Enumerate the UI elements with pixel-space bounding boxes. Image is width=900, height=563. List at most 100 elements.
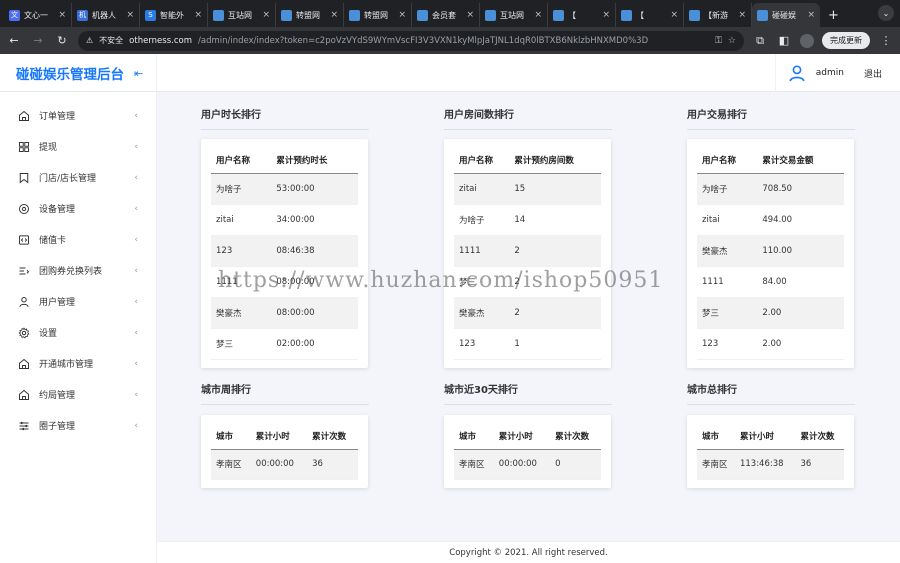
- user-area: admin 退出: [774, 54, 900, 92]
- user-name[interactable]: admin: [816, 68, 844, 78]
- table-row: 樊豪杰 08:00:00: [211, 297, 358, 329]
- browser-tab[interactable]: 【新游 ×: [684, 3, 752, 27]
- insecure-warning-icon[interactable]: ⚠: [86, 36, 93, 45]
- table-header-row: 城市 累计小时 累计次数: [454, 423, 601, 450]
- tab-close-icon[interactable]: ×: [670, 10, 678, 20]
- forward-icon[interactable]: →: [30, 34, 46, 47]
- tab-close-icon[interactable]: ×: [602, 10, 610, 20]
- table-row: 樊豪杰 2: [454, 297, 601, 329]
- browser-tab[interactable]: 互站网 ×: [208, 3, 276, 27]
- tab-close-icon[interactable]: ×: [807, 10, 815, 20]
- column-header: 累计次数: [795, 423, 844, 450]
- sidebar-item-label: 约局管理: [39, 391, 76, 401]
- star-icon[interactable]: ☆: [728, 36, 736, 46]
- target-icon: [19, 203, 29, 214]
- tab-favicon-icon: [485, 9, 496, 21]
- update-button[interactable]: 完成更新: [822, 32, 870, 49]
- chevron-left-icon: ‹: [134, 234, 138, 245]
- tab-close-icon[interactable]: ×: [534, 10, 542, 20]
- table-row: 123 2.00: [697, 328, 844, 360]
- address-bar[interactable]: ⚠ 不安全 otherness.com /admin/index/index?t…: [78, 30, 744, 51]
- tab-close-icon[interactable]: ×: [330, 10, 338, 20]
- sidebar-item[interactable]: 门店/店长管理 ‹: [0, 162, 156, 193]
- sidebar-item[interactable]: 储值卡 ‹: [0, 224, 156, 255]
- browser-tab[interactable]: 机机器人 ×: [72, 3, 140, 27]
- tab-label: 【新游: [704, 10, 728, 20]
- sidebar-item[interactable]: 用户管理 ‹: [0, 286, 156, 317]
- sidebar-item[interactable]: 设备管理 ‹: [0, 193, 156, 224]
- home-icon: [19, 389, 29, 400]
- sidebar-item[interactable]: 提现 ‹: [0, 131, 156, 162]
- table-row: 梦三 2.00: [697, 297, 844, 329]
- browser-tab[interactable]: 转盟网 ×: [344, 3, 412, 27]
- browser-tab[interactable]: 会员套 ×: [412, 3, 480, 27]
- tab-close-icon[interactable]: ×: [738, 10, 746, 20]
- tab-close-icon[interactable]: ×: [58, 10, 66, 20]
- browser-tab[interactable]: 转盟网 ×: [276, 3, 344, 27]
- column-header: 城市: [211, 423, 251, 450]
- extensions-icon[interactable]: ⧉: [752, 34, 768, 48]
- profile-avatar[interactable]: [800, 33, 814, 48]
- table-cell: 樊豪杰: [697, 235, 758, 267]
- table-cell: 708.50: [757, 173, 844, 205]
- table-row: zitai 34:00:00: [211, 204, 358, 236]
- key-icon[interactable]: ⚿: [715, 36, 722, 46]
- column-header: 用户名称: [211, 147, 272, 174]
- sidebar-item[interactable]: 团购券兑换列表 ‹: [0, 255, 156, 286]
- reload-icon[interactable]: ↻: [54, 34, 70, 47]
- logout-button[interactable]: 退出: [864, 67, 882, 80]
- tab-label: 碰碰娱: [772, 10, 796, 20]
- tab-label: 【: [568, 10, 576, 20]
- browser-tab[interactable]: 【×: [548, 3, 616, 27]
- table-cell: 2: [509, 235, 601, 267]
- sidebar-item[interactable]: 开通城市管理 ‹: [0, 348, 156, 379]
- brand: 碰碰娱乐管理后台 ⇤: [0, 54, 157, 92]
- table-cell: 36: [795, 449, 844, 480]
- sidebar-item-label: 提现: [39, 143, 58, 153]
- table-cell: 123: [697, 328, 758, 360]
- browser-toolbar: ← → ↻ ⚠ 不安全 otherness.com /admin/index/i…: [0, 27, 900, 54]
- user-icon: [19, 296, 29, 307]
- sidepanel-icon[interactable]: ◧: [776, 34, 792, 47]
- user-hours-table: 用户名称 累计预约时长 为啥子 53:00:00 zitai 34:00:00 123 08:…: [211, 147, 358, 360]
- sidebar-item[interactable]: 设置 ‹: [0, 317, 156, 348]
- table-cell: 为啥子: [211, 173, 272, 205]
- table-header-row: 用户名称 累计交易金额: [697, 147, 844, 174]
- user-avatar-icon[interactable]: [788, 64, 806, 82]
- browser-tab[interactable]: S 智能外 ×: [140, 3, 208, 27]
- new-tab-button[interactable]: +: [820, 3, 847, 27]
- back-icon[interactable]: ←: [6, 34, 22, 47]
- tab-favicon-icon: [281, 9, 292, 21]
- chevron-left-icon: ‹: [134, 141, 138, 152]
- table-row: 孝南区 00:00:00 0: [454, 449, 601, 480]
- browser-tab[interactable]: 互站网 ×: [480, 3, 548, 27]
- tab-close-icon[interactable]: ×: [262, 10, 270, 20]
- tab-close-icon[interactable]: ×: [194, 10, 202, 20]
- browser-tab[interactable]: 【×: [616, 3, 684, 27]
- column-header: 累计小时: [493, 423, 551, 450]
- sidebar-item-label: 门店/店长管理: [39, 174, 97, 184]
- tab-close-icon[interactable]: ×: [126, 10, 134, 20]
- table-cell: 樊豪杰: [211, 297, 272, 329]
- divider: [444, 129, 612, 130]
- sidebar-item[interactable]: 圈子管理 ‹: [0, 410, 156, 441]
- chevron-left-icon: ‹: [134, 358, 138, 369]
- browser-tab[interactable]: 文文心一 ×: [4, 3, 72, 27]
- section-title-user-trades: 用户交易排行: [687, 110, 747, 121]
- footer: Copyright © 2021. All right reserved.: [157, 541, 900, 563]
- sidebar-item[interactable]: 订单管理 ‹: [0, 100, 156, 131]
- table-row: zitai 15: [454, 173, 601, 205]
- tab-label: 会员套: [432, 10, 456, 20]
- tab-label: 转盟网: [364, 10, 388, 20]
- more-menu-icon[interactable]: ⋮: [878, 34, 894, 47]
- user-trades-table: 用户名称 累计交易金额 为啥子 708.50 zitai 494.00 樊豪杰 110.00 1…: [697, 147, 844, 360]
- browser-tab[interactable]: 碰碰娱 ×: [752, 3, 820, 27]
- sidebar-item-label: 用户管理: [39, 298, 76, 308]
- tab-close-icon[interactable]: ×: [398, 10, 406, 20]
- tab-search-button[interactable]: ⌄: [878, 5, 894, 21]
- tab-close-icon[interactable]: ×: [466, 10, 474, 20]
- sidebar-item[interactable]: 约局管理 ‹: [0, 379, 156, 410]
- collapse-sidebar-icon[interactable]: ⇤: [134, 67, 143, 80]
- section-title-user-hours: 用户时长排行: [201, 110, 261, 121]
- table-cell: 08:46:38: [271, 235, 358, 267]
